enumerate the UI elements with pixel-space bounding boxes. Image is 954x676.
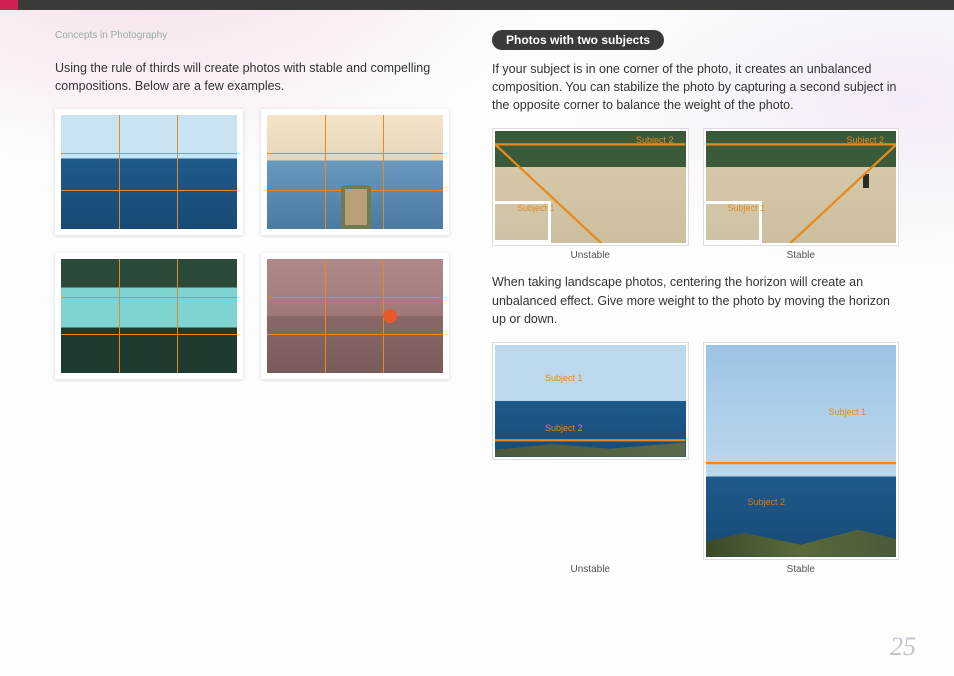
subject-1-label: Subject 1 <box>828 407 866 417</box>
example-photo-3 <box>55 253 243 379</box>
caption-unstable: Unstable <box>492 564 689 575</box>
photo-stable-1: Subject 2 Subject 1 <box>703 128 900 246</box>
diagonal-overlay <box>495 131 686 243</box>
page-content: Concepts in Photography Using the rule o… <box>0 10 954 581</box>
horizon-overlay <box>495 345 686 457</box>
comparison-pair-2: Subject 1 Subject 2 Unstable Subject 1 S… <box>492 342 899 575</box>
top-bar <box>0 0 954 10</box>
subject-2-label: Subject 2 <box>748 497 786 507</box>
paragraph-2: When taking landscape photos, centering … <box>492 273 899 327</box>
diagonal-overlay <box>706 131 897 243</box>
photo-stable-2: Subject 1 Subject 2 <box>703 342 900 560</box>
caption-unstable: Unstable <box>492 250 689 261</box>
thirds-grid-overlay <box>267 115 443 229</box>
subject-1-label: Subject 1 <box>517 203 555 213</box>
left-column: Concepts in Photography Using the rule o… <box>55 30 462 581</box>
thirds-grid-overlay <box>61 259 237 373</box>
example-photo-1 <box>55 109 243 235</box>
thirds-grid-overlay <box>267 259 443 373</box>
thirds-grid-overlay <box>61 115 237 229</box>
photo-unstable-1: Subject 2 Subject 1 <box>492 128 689 246</box>
horizon-overlay <box>706 345 897 536</box>
photo-unstable-2: Subject 1 Subject 2 <box>492 342 689 460</box>
subject-1-label: Subject 1 <box>728 203 766 213</box>
subject-2-label: Subject 2 <box>636 135 674 145</box>
top-bar-accent <box>0 0 18 10</box>
example-grid <box>55 109 462 379</box>
caption-stable: Stable <box>703 564 900 575</box>
subject-2-label: Subject 2 <box>545 423 583 433</box>
subject-1-label: Subject 1 <box>545 373 583 383</box>
right-column: Photos with two subjects If your subject… <box>492 30 899 581</box>
example-photo-4 <box>261 253 449 379</box>
caption-stable: Stable <box>703 250 900 261</box>
paragraph-1: If your subject is in one corner of the … <box>492 60 899 114</box>
section-heading: Photos with two subjects <box>492 30 664 50</box>
intro-text: Using the rule of thirds will create pho… <box>55 59 462 95</box>
page-number: 25 <box>890 632 916 662</box>
subject-2-label: Subject 2 <box>846 135 884 145</box>
comparison-pair-1: Subject 2 Subject 1 Unstable Subject 2 S… <box>492 128 899 261</box>
breadcrumb: Concepts in Photography <box>55 30 462 41</box>
example-photo-2 <box>261 109 449 235</box>
